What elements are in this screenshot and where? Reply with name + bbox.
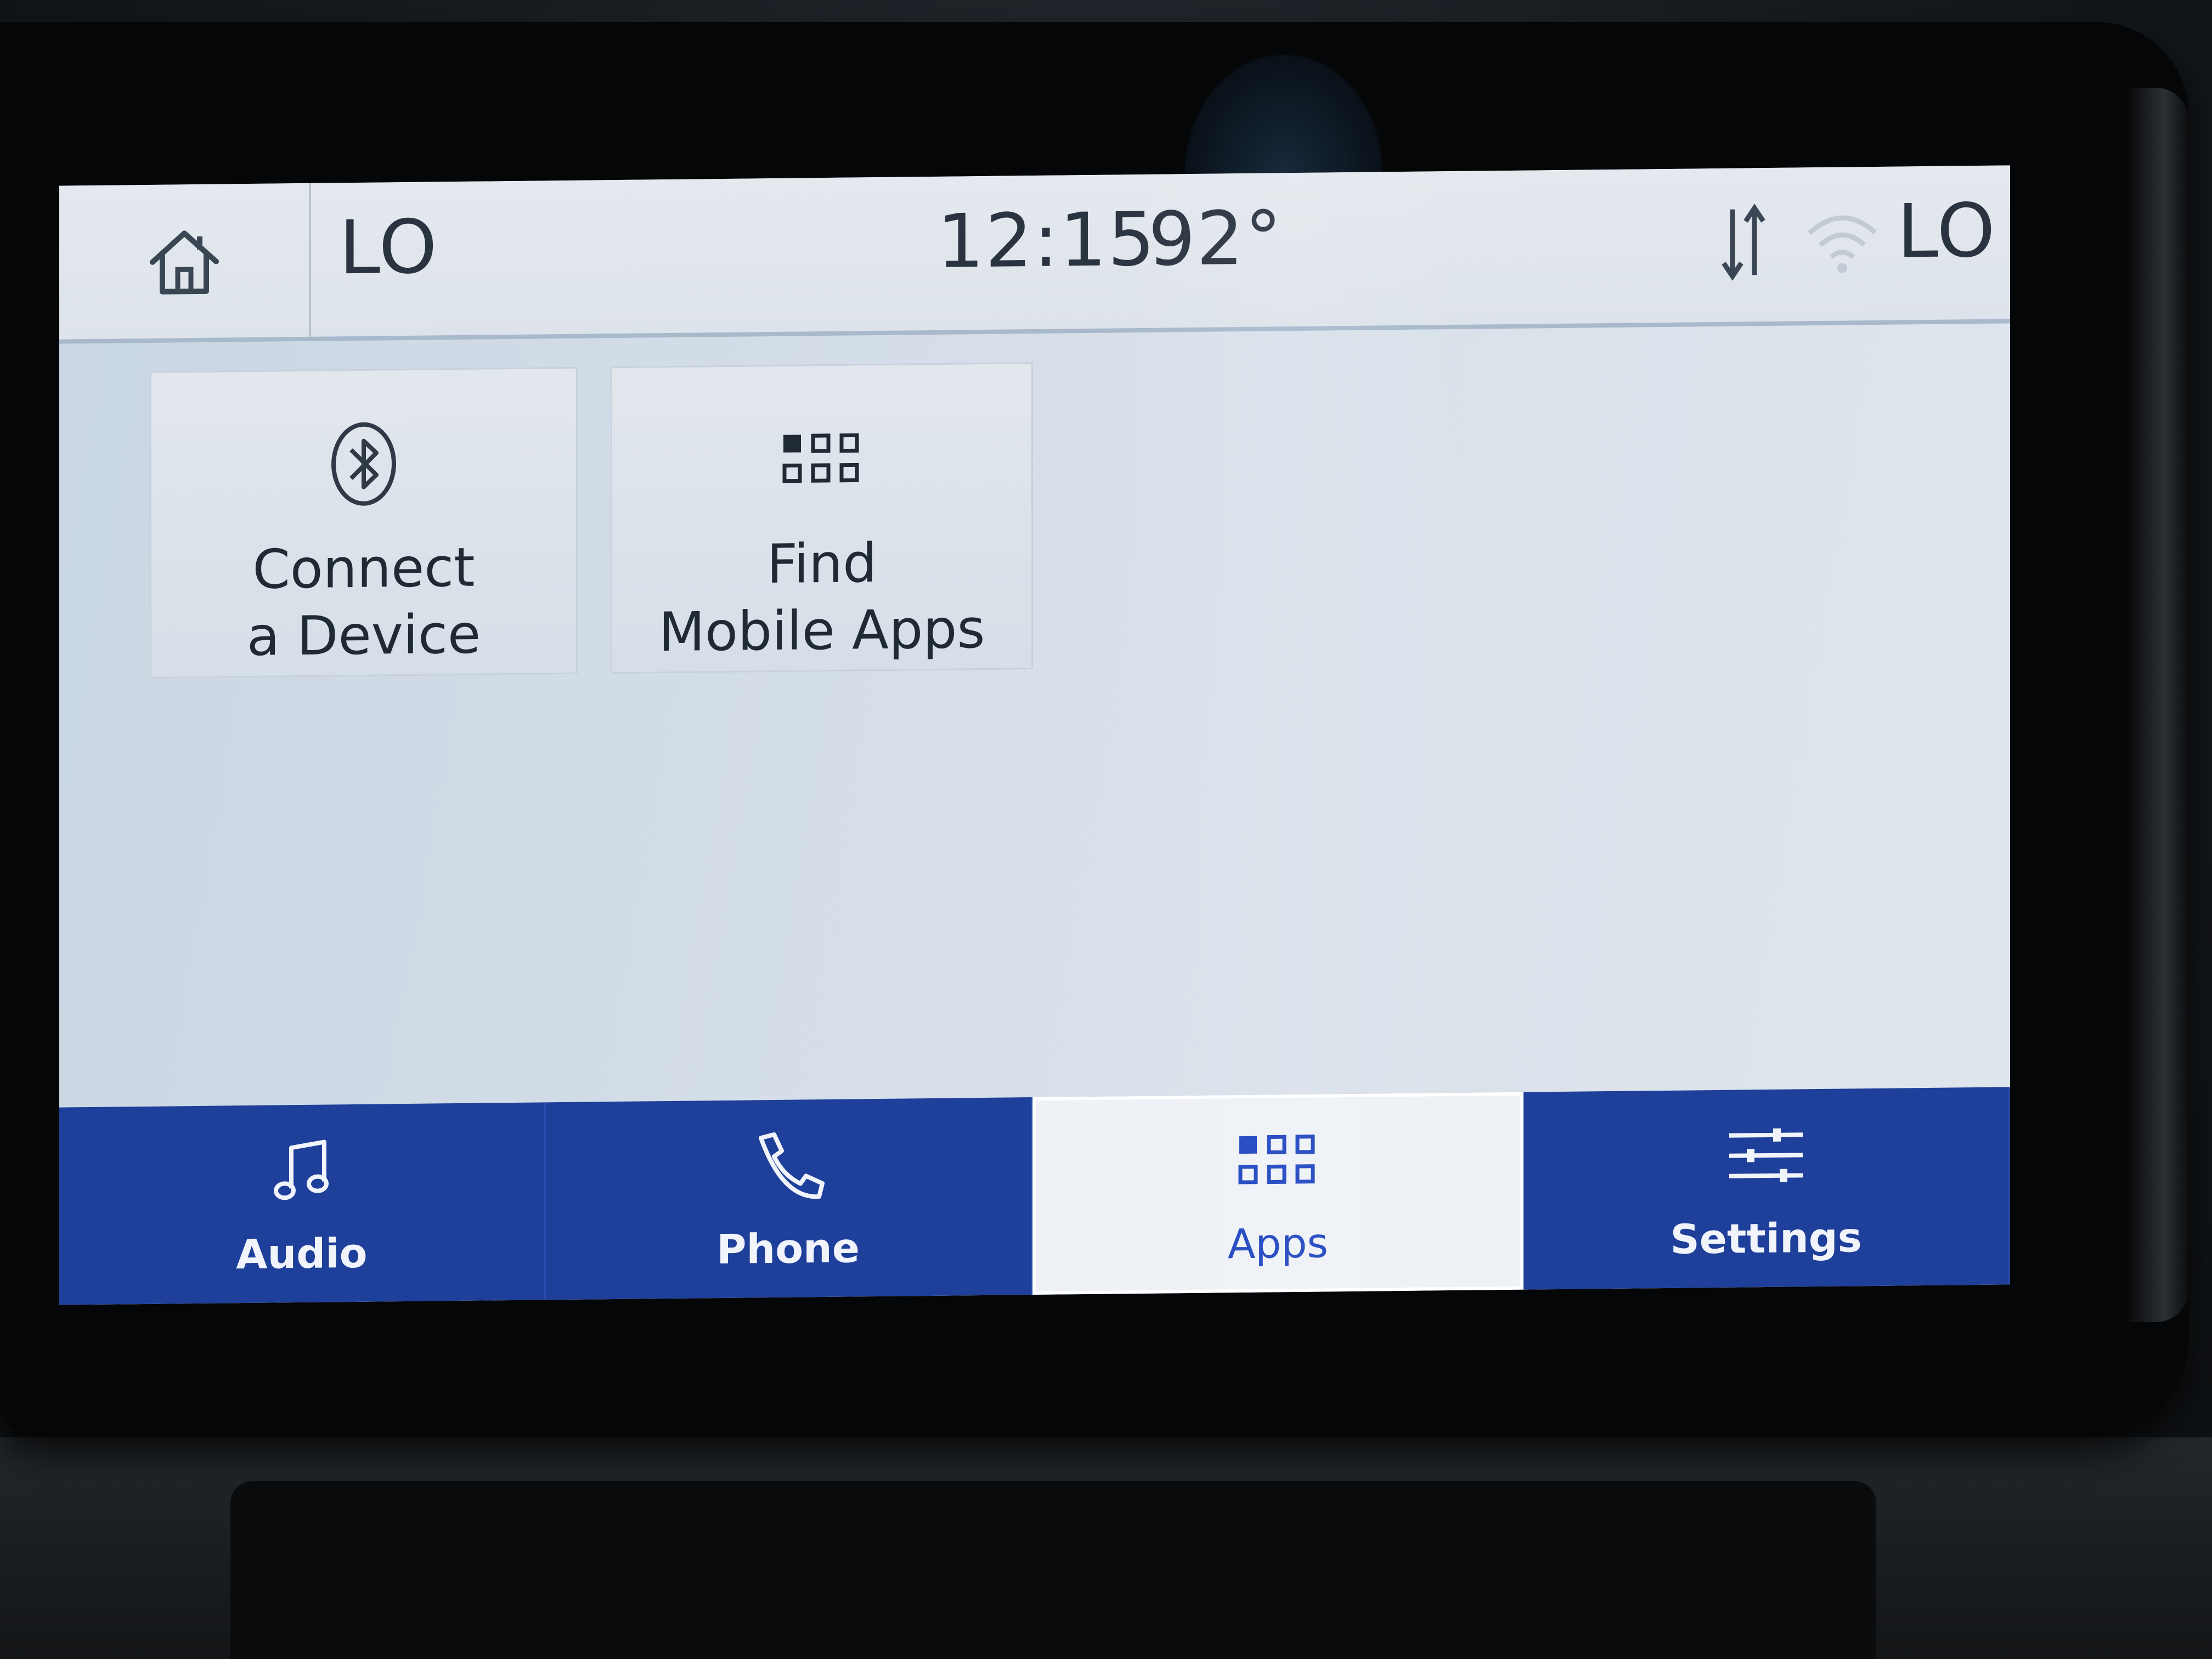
find-mobile-apps-label: Find Mobile Apps [658, 532, 985, 664]
nav-phone-label: Phone [716, 1224, 860, 1274]
nav-audio[interactable]: Audio [59, 1102, 546, 1305]
find-mobile-apps-tile[interactable]: Find Mobile Apps [611, 362, 1033, 674]
nav-settings-label: Settings [1670, 1214, 1862, 1263]
data-transfer-icon [1722, 204, 1765, 281]
nav-audio-label: Audio [236, 1229, 368, 1279]
infotainment-screen: LO 12:15 92° LO Connect a Device Find Mo… [59, 165, 2010, 1305]
nav-phone[interactable]: Phone [545, 1097, 1032, 1300]
phone-icon [758, 1132, 825, 1199]
bezel-edge [2129, 88, 2189, 1322]
apps-grid-icon [782, 433, 859, 483]
nav-apps-label: Apps [1227, 1220, 1328, 1268]
clock-time: 12:15 [937, 196, 1156, 285]
climate-left-level[interactable]: LO [339, 204, 438, 291]
bluetooth-icon [331, 422, 396, 506]
dashboard-vent [230, 1481, 1876, 1659]
climate-right-level[interactable]: LO [1897, 188, 1996, 275]
music-note-icon [273, 1139, 329, 1200]
apps-grid-icon [1238, 1135, 1315, 1184]
outside-temperature: 92° [1148, 195, 1283, 283]
sliders-icon [1729, 1128, 1803, 1182]
nav-apps[interactable]: Apps [1032, 1092, 1524, 1295]
wifi-icon [1807, 215, 1877, 273]
status-bar: LO 12:15 92° LO [59, 165, 2010, 344]
home-button[interactable] [59, 183, 311, 340]
nav-settings[interactable]: Settings [1523, 1087, 2010, 1290]
bottom-navigation: Audio Phone Apps Settings [59, 1087, 2010, 1305]
connect-device-tile[interactable]: Connect a Device [150, 366, 578, 679]
home-icon [149, 230, 219, 295]
connect-device-label: Connect a Device [246, 536, 481, 669]
